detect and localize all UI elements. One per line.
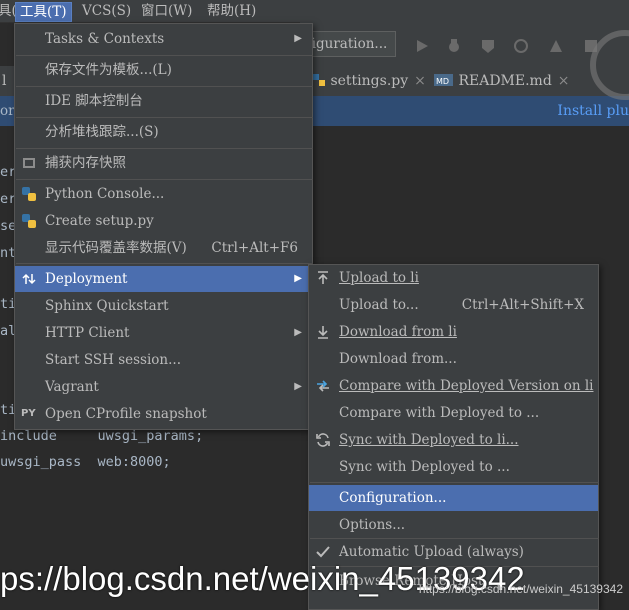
submenu-arrow-icon: ▶ [294, 327, 302, 338]
menu-item-compare-deployed-li[interactable]: Compare with Deployed Version on li [309, 373, 598, 399]
code-line: include uwsgi_params; [0, 428, 204, 444]
menu-item-label: 保存文件为模板...(L) [45, 62, 172, 78]
menu-item-label: Create setup.py [45, 213, 154, 229]
run-configuration-dropdown[interactable]: figuration... [300, 31, 396, 57]
menu-item-analyze-stacktrace[interactable]: 分析堆栈跟踪...(S) [15, 119, 312, 145]
debug-icon[interactable] [446, 38, 462, 54]
tools-menu: Tasks & Contexts ▶ 保存文件为模板...(L) IDE 脚本控… [14, 23, 313, 430]
upload-icon [318, 271, 328, 284]
tab-settings-py[interactable]: settings.py × [312, 66, 426, 96]
menu-item-ide-script-console[interactable]: IDE 脚本控制台 [15, 88, 312, 114]
python-file-icon [22, 214, 36, 228]
menu-separator [310, 482, 599, 483]
run-icon[interactable] [414, 38, 430, 54]
tab-label: README.md [458, 73, 552, 89]
python-icon [22, 187, 36, 201]
menu-item-label: Upload to li [339, 270, 419, 286]
menu-item-capture-memory-snapshot[interactable]: 捕获内存快照 [15, 150, 312, 176]
menu-item-label: Vagrant [45, 379, 99, 395]
menu-separator [16, 55, 313, 56]
submenu-arrow-icon: ▶ [294, 381, 302, 392]
menu-item-http-client[interactable]: HTTP Client ▶ [15, 320, 312, 346]
menu-separator [16, 179, 313, 180]
python-file-icon [313, 74, 325, 86]
menu-item-label: Compare with Deployed Version on li [339, 378, 594, 394]
menu-help[interactable]: 帮助(H) [203, 2, 260, 22]
menu-item-label: 捕获内存快照 [45, 155, 126, 171]
menu-item-start-ssh-session[interactable]: Start SSH session... [15, 347, 312, 373]
menu-item-label: Sync with Deployed to li... [339, 432, 519, 448]
menu-item-label: Open CProfile snapshot [45, 406, 207, 422]
menu-item-label: Compare with Deployed to ... [339, 405, 540, 421]
concurrency-icon[interactable] [548, 38, 564, 54]
menu-window[interactable]: 窗口(W) [137, 2, 196, 22]
tab-label: settings.py [330, 73, 409, 89]
deployment-icon [22, 273, 36, 285]
menu-item-tasks-contexts[interactable]: Tasks & Contexts ▶ [15, 26, 312, 52]
menu-item-label: Start SSH session... [45, 352, 182, 368]
profile-icon: PY [21, 408, 36, 419]
menu-item-label: Download from li [339, 324, 457, 340]
menu-separator [16, 117, 313, 118]
menu-item-label: HTTP Client [45, 325, 130, 341]
submenu-arrow-icon: ▶ [294, 33, 302, 44]
menu-item-download-from[interactable]: Download from... [309, 346, 598, 372]
menu-separator [16, 148, 313, 149]
sync-icon [316, 433, 330, 447]
menu-item-open-cprofile-snapshot[interactable]: PY Open CProfile snapshot [15, 401, 312, 427]
close-icon[interactable]: × [414, 73, 426, 89]
menu-separator [16, 263, 313, 264]
menu-item-label: Deployment [45, 271, 128, 287]
menu-item-label: IDE 脚本控制台 [45, 93, 143, 109]
code-line: uwsgi_pass web:8000; [0, 454, 171, 470]
tab-readme-md[interactable]: MD README.md × [434, 66, 570, 96]
menu-item-download-from-li[interactable]: Download from li [309, 319, 598, 345]
menu-item-label: 显示代码覆盖率数据(V) [45, 240, 187, 256]
menu-item-label: Configuration... [339, 490, 447, 506]
menu-item-shortcut: Ctrl+Alt+Shift+X [461, 297, 584, 313]
menu-vcs[interactable]: VCS(S) [78, 2, 135, 22]
memory-snapshot-icon [23, 158, 35, 168]
close-icon[interactable]: × [558, 73, 570, 89]
download-icon [318, 326, 328, 339]
menu-item-label: Sphinx Quickstart [45, 298, 169, 314]
menu-item-show-coverage-data[interactable]: 显示代码覆盖率数据(V) Ctrl+Alt+F6 [15, 235, 312, 261]
install-plugin-link[interactable]: Install plu [557, 96, 629, 126]
markdown-file-icon: MD [434, 74, 453, 86]
menu-tools[interactable]: 工具(T) [15, 2, 72, 22]
menu-item-sphinx-quickstart[interactable]: Sphinx Quickstart [15, 293, 312, 319]
menu-item-label: Options... [339, 517, 406, 533]
svg-text:MD: MD [436, 77, 449, 86]
menu-item-sync-deployed-li[interactable]: Sync with Deployed to li... [309, 427, 598, 453]
menu-item-vagrant[interactable]: Vagrant ▶ [15, 374, 312, 400]
menu-item-label: Upload to... [339, 297, 419, 313]
menu-separator [16, 86, 313, 87]
menu-item-save-as-template[interactable]: 保存文件为模板...(L) [15, 57, 312, 83]
menu-item-compare-deployed-to[interactable]: Compare with Deployed to ... [309, 400, 598, 426]
menu-item-options[interactable]: Options... [309, 512, 598, 538]
coverage-icon[interactable] [480, 38, 496, 54]
menu-item-python-console[interactable]: Python Console... [15, 181, 312, 207]
menu-item-label: Python Console... [45, 186, 165, 202]
menu-item-configuration[interactable]: Configuration... [309, 485, 598, 511]
menu-item-shortcut: Ctrl+Alt+F6 [211, 240, 298, 256]
watermark-small: https://blog.csdn.net/weixin_45139342 [418, 582, 623, 596]
menu-item-upload-to-li[interactable]: Upload to li [309, 265, 598, 291]
compare-icon [317, 380, 329, 392]
menu-item-label: 分析堆栈跟踪...(S) [45, 124, 159, 140]
submenu-arrow-icon: ▶ [294, 273, 302, 284]
banner-text: or [0, 103, 15, 119]
menu-item-label: Tasks & Contexts [45, 31, 165, 47]
menu-item-upload-to[interactable]: Upload to... Ctrl+Alt+Shift+X [309, 292, 598, 318]
menu-item-label: Sync with Deployed to ... [339, 459, 510, 475]
menu-bar: 具(I) 工具(T) VCS(S) 窗口(W) 帮助(H) [0, 0, 629, 23]
menu-item-deployment[interactable]: Deployment ▶ [15, 266, 312, 292]
menu-item-label: Download from... [339, 351, 457, 367]
tab-partial[interactable]: l [2, 66, 6, 96]
profile-run-icon[interactable] [513, 38, 529, 54]
menu-item-sync-deployed-to[interactable]: Sync with Deployed to ... [309, 454, 598, 480]
menu-item-create-setup-py[interactable]: Create setup.py [15, 208, 312, 234]
